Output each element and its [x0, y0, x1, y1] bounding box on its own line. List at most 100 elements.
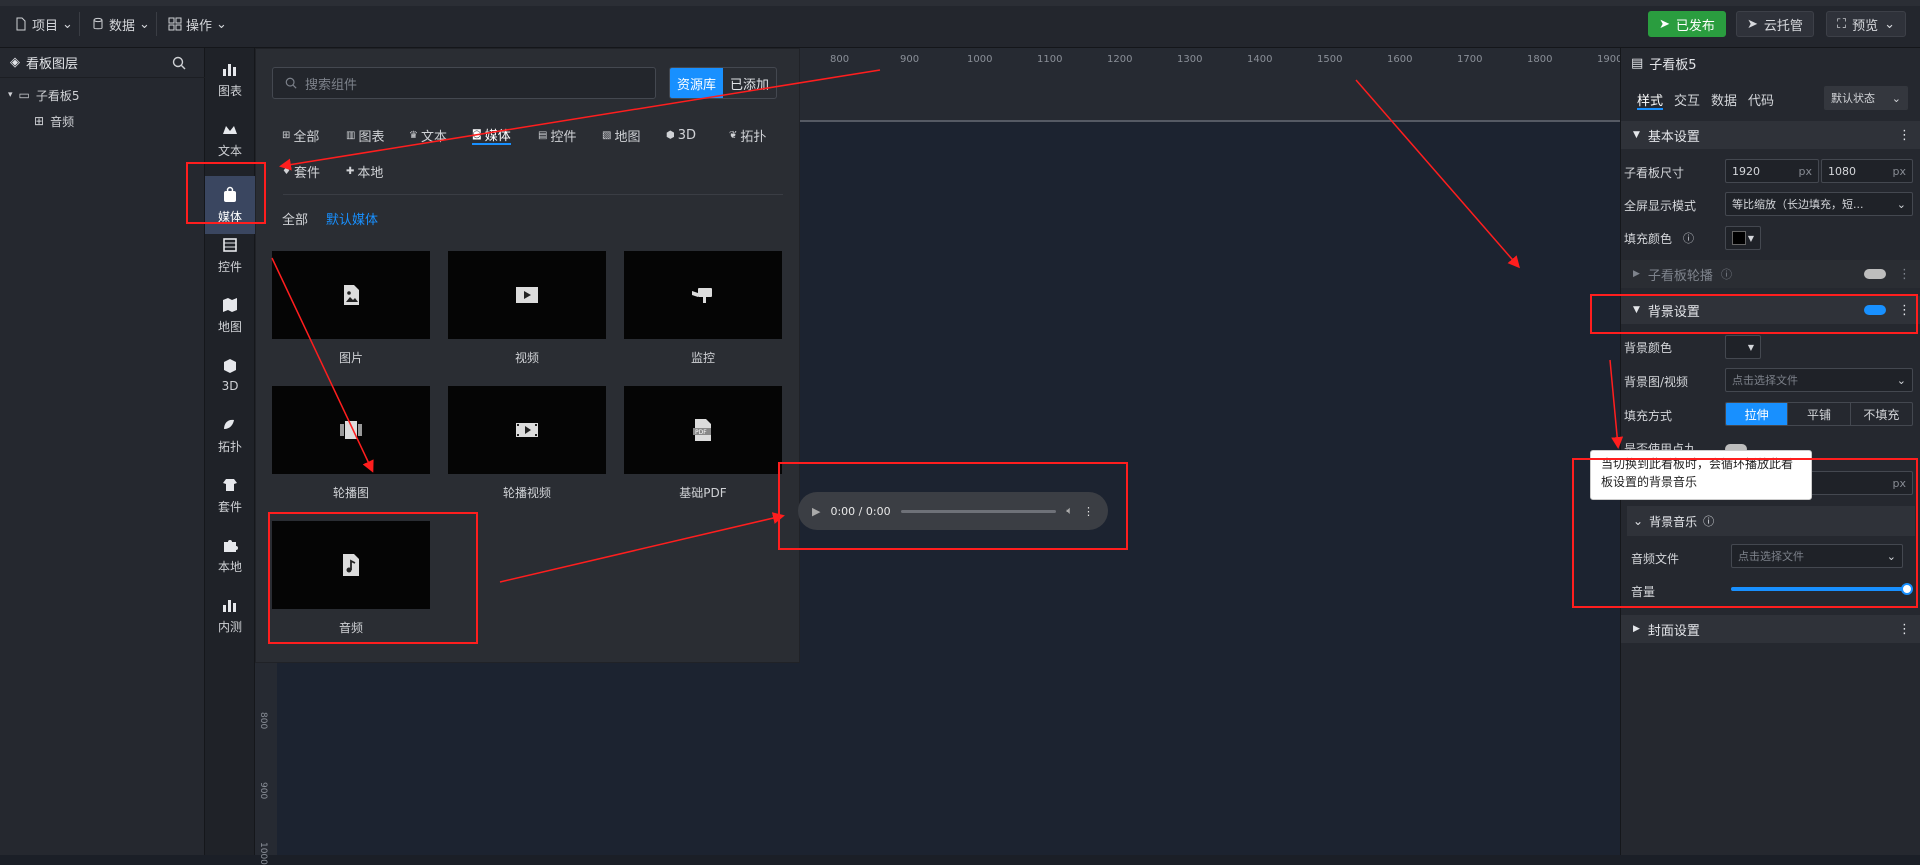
- layer-item-subboard[interactable]: ▾ ▭ 子看板5: [0, 82, 205, 108]
- component-search-input[interactable]: 搜索组件: [272, 67, 656, 99]
- tab-topology[interactable]: ❦ 拓扑: [729, 125, 766, 145]
- search-icon[interactable]: [172, 56, 186, 70]
- ruler-tick: 900: [900, 54, 920, 65]
- category-beta[interactable]: 内测: [205, 586, 255, 644]
- placeholder: 点击选择文件: [1738, 550, 1804, 563]
- publish-button[interactable]: ➤ 已发布: [1648, 11, 1726, 37]
- category-chart[interactable]: 图表: [205, 50, 255, 108]
- card-video[interactable]: [448, 251, 606, 339]
- carousel-toggle[interactable]: [1864, 269, 1886, 279]
- category-text[interactable]: 文本: [205, 110, 255, 168]
- more-icon[interactable]: ⋮: [1083, 505, 1094, 518]
- card-carousel-video[interactable]: [448, 386, 606, 474]
- field-label: 音量: [1631, 585, 1656, 599]
- card-label: 轮播视频: [502, 486, 551, 500]
- pdf-icon: PDF: [693, 419, 711, 441]
- caret-right-icon: ▶: [1633, 624, 1640, 634]
- subtab-all[interactable]: 全部: [282, 209, 308, 228]
- subtab-default-media[interactable]: 默认媒体: [326, 209, 378, 228]
- menu-data[interactable]: 数据 ⌄: [85, 12, 157, 36]
- tab-local[interactable]: ✚ 本地: [346, 161, 383, 181]
- layers-header: ◈ 看板图层: [0, 48, 205, 78]
- tab-style[interactable]: 样式: [1637, 90, 1663, 109]
- tab-chart[interactable]: ▥ 图表: [346, 125, 384, 145]
- tab-3d[interactable]: ⬢ 3D: [666, 125, 696, 145]
- state-select[interactable]: 默认状态 ⌄: [1824, 86, 1908, 110]
- menu-operate[interactable]: 操作 ⌄: [162, 12, 233, 36]
- fill-option-tile[interactable]: 平铺: [1787, 403, 1849, 425]
- player-progress[interactable]: [900, 509, 1057, 513]
- card-audio[interactable]: [272, 521, 430, 609]
- chevron-down-icon: ⌄: [1886, 549, 1896, 563]
- tab-all[interactable]: ⊞ 全部: [282, 125, 319, 145]
- audio-player[interactable]: ▶ 0:00 / 0:00 🔈︎ ⋮: [798, 492, 1108, 530]
- play-icon[interactable]: ▶: [812, 505, 820, 518]
- volume-handle[interactable]: [1901, 583, 1913, 595]
- volume-icon[interactable]: 🔈︎: [1066, 504, 1073, 518]
- category-topology[interactable]: 拓扑: [205, 406, 255, 464]
- chevron-down-icon: ⌄: [1896, 373, 1906, 387]
- section-basic[interactable]: ▼ 基本设置 ⋮: [1621, 121, 1920, 149]
- puzzle-icon: [224, 539, 238, 552]
- card-image[interactable]: [272, 251, 430, 339]
- tab-map[interactable]: ▧ 地图: [602, 125, 640, 145]
- bg-color-picker[interactable]: ▼: [1725, 335, 1761, 359]
- layers-panel: ◈ 看板图层 ▾ ▭ 子看板5 ⊞ 音频: [0, 48, 205, 855]
- section-cover[interactable]: ▶ 封面设置 ⋮: [1621, 615, 1920, 643]
- fullscreen-select[interactable]: 等比缩放（长边填充，短... ⌄: [1725, 192, 1913, 216]
- section-music[interactable]: ⌄ 背景音乐 ⓘ: [1627, 506, 1915, 536]
- card-carousel[interactable]: [272, 386, 430, 474]
- fill-option-none[interactable]: 不填充: [1849, 403, 1912, 425]
- cloud-host-button[interactable]: ➤ 云托管: [1736, 11, 1814, 37]
- tab-suite[interactable]: ♦ 套件: [282, 161, 320, 181]
- category-map[interactable]: 地图: [205, 286, 255, 344]
- help-icon[interactable]: ⓘ: [1703, 513, 1714, 529]
- menu-project[interactable]: 项目 ⌄: [8, 12, 80, 36]
- section-carousel[interactable]: ▶ 子看板轮播 ⓘ ⋮: [1621, 260, 1920, 288]
- help-icon[interactable]: ⓘ: [1683, 230, 1694, 246]
- tab-text[interactable]: ♛ 文本: [409, 125, 447, 145]
- segment-added[interactable]: 已添加: [723, 68, 776, 98]
- more-icon[interactable]: ⋮: [1898, 128, 1911, 143]
- audio-file-select[interactable]: 点击选择文件 ⌄: [1731, 544, 1903, 568]
- card-label: 基础PDF: [679, 486, 727, 500]
- category-3d[interactable]: 3D: [205, 346, 255, 404]
- help-icon[interactable]: ⓘ: [1721, 266, 1732, 282]
- tab-media[interactable]: ◙ 媒体: [472, 125, 511, 145]
- bg-media-select[interactable]: 点击选择文件 ⌄: [1725, 368, 1913, 392]
- category-widget[interactable]: 控件: [205, 226, 255, 284]
- fill-color-picker[interactable]: ▼: [1725, 226, 1761, 250]
- widget-icon: [223, 237, 237, 252]
- chart-icon: ▥: [346, 129, 356, 141]
- tab-code[interactable]: 代码: [1748, 90, 1774, 109]
- layer-item-audio[interactable]: ⊞ 音频: [0, 108, 205, 134]
- card-monitor[interactable]: [624, 251, 782, 339]
- tab-data[interactable]: 数据: [1711, 90, 1737, 109]
- more-icon[interactable]: ⋮: [1898, 622, 1911, 637]
- category-local[interactable]: 本地: [205, 526, 255, 584]
- publish-label: 已发布: [1675, 18, 1715, 34]
- height-input[interactable]: 1080 px: [1821, 159, 1913, 183]
- more-icon[interactable]: ⋮: [1898, 303, 1911, 318]
- category-suite[interactable]: 套件: [205, 466, 255, 524]
- section-title: 子看板轮播: [1647, 268, 1713, 284]
- preview-button[interactable]: ⛶ 预览 ⌄: [1826, 11, 1907, 37]
- tab-interaction[interactable]: 交互: [1674, 90, 1700, 109]
- topology-icon: [224, 419, 234, 429]
- send-icon: ➤: [1747, 16, 1758, 32]
- title-strip: [0, 0, 1920, 6]
- chevron-down-icon: ⌄: [1633, 514, 1644, 528]
- volume-slider[interactable]: [1731, 583, 1913, 595]
- background-toggle[interactable]: [1864, 305, 1886, 315]
- more-icon[interactable]: ⋮: [1898, 267, 1911, 282]
- category-label: 图表: [217, 83, 242, 98]
- tab-widget[interactable]: ▤ 控件: [538, 125, 576, 145]
- fill-option-stretch[interactable]: 拉伸: [1726, 403, 1788, 425]
- section-background[interactable]: ▼ 背景设置 ⋮: [1621, 296, 1920, 324]
- tab-label: 全部: [293, 129, 320, 145]
- top-bar: 项目 ⌄ 数据 ⌄ 操作 ⌄ ➤ 已发布 ➤ 云托管 ⛶ 预览 ⌄: [0, 0, 1920, 48]
- segment-resource-library[interactable]: 资源库: [670, 68, 724, 98]
- card-pdf[interactable]: PDF: [624, 386, 782, 474]
- map-icon: [223, 297, 237, 312]
- width-input[interactable]: 1920 px: [1725, 159, 1819, 183]
